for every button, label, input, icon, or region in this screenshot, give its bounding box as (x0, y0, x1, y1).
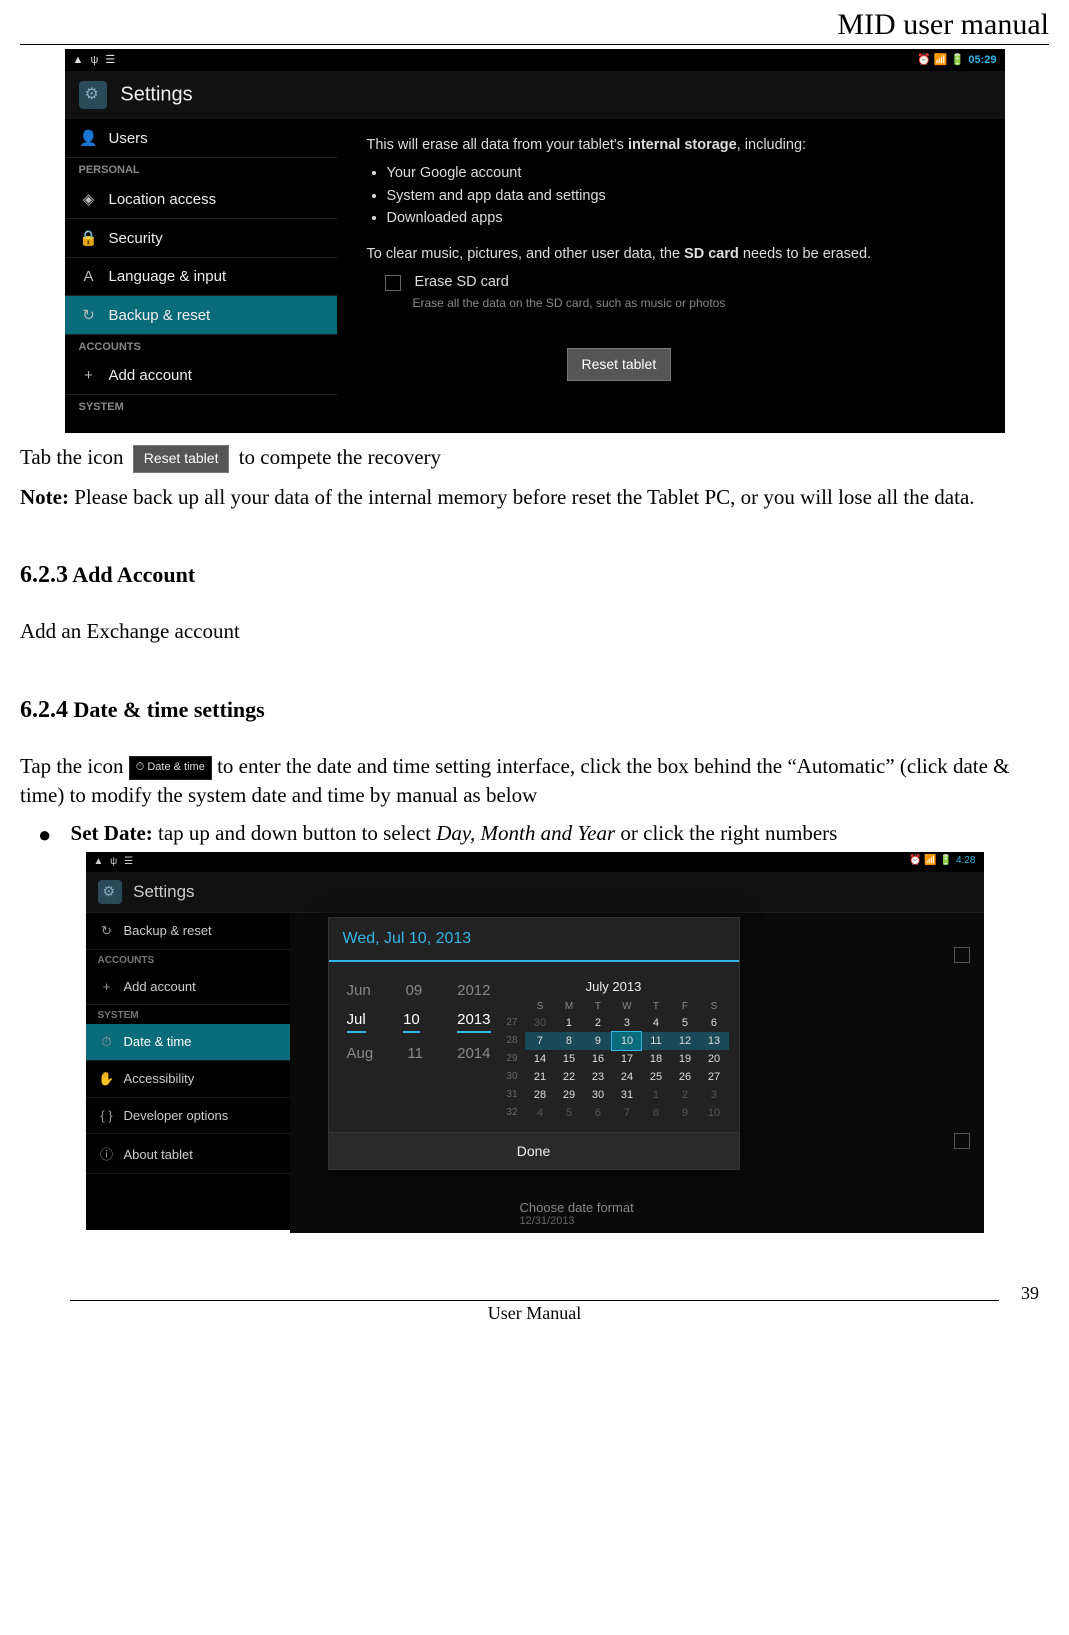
app-title-bar: Settings (65, 71, 1005, 119)
sidebar-item-date-time[interactable]: ⏱Date & time (86, 1024, 290, 1061)
sidebar-header-accounts: ACCOUNTS (65, 335, 337, 357)
reset-content: This will erase all data from your table… (337, 119, 1005, 417)
app-title: Settings (133, 882, 194, 901)
erase-sd-checkbox[interactable] (385, 275, 401, 291)
status-time: ⏰ 📶 🔋05:29 (917, 53, 996, 66)
footer-text: User Manual (20, 1303, 1049, 1324)
plus-icon: + (98, 979, 116, 994)
list-item: System and app data and settings (387, 186, 983, 208)
lock-icon: 🔒 (79, 229, 99, 247)
sidebar-item-developer[interactable]: { }Developer options (86, 1098, 290, 1134)
date-picker-dialog: Wed, Jul 10, 2013 Jun092012 Jul102013 Au… (328, 917, 740, 1170)
sidebar-item-add-account[interactable]: +Add account (65, 357, 337, 395)
settings-sidebar: ↻Backup & reset ACCOUNTS +Add account SY… (86, 913, 290, 1233)
calendar[interactable]: July 2013 SMTWTFS27301234562878910111213… (499, 976, 729, 1122)
app-title-bar: Settings (86, 872, 984, 913)
footer-rule (70, 1300, 999, 1301)
erase-sd-subtext: Erase all the data on the SD card, such … (413, 294, 983, 312)
body-text: Tab the icon Reset tablet to compete the… (20, 443, 1049, 473)
info-icon: ⓘ (98, 1144, 116, 1163)
screenshot-reset-tablet: ▲ ψ ☰ ⏰ 📶 🔋05:29 Settings 👤Users PERSONA… (65, 49, 1005, 433)
backup-icon: ↻ (79, 306, 99, 324)
sidebar-header-system: SYSTEM (65, 395, 337, 417)
sidebar-item-accessibility[interactable]: ✋Accessibility (86, 1061, 290, 1098)
location-icon: ◈ (79, 190, 99, 208)
header-rule (20, 44, 1049, 45)
sidebar-item-security[interactable]: 🔒Security (65, 219, 337, 258)
date-time-text: Tap the icon ⏱Date & time to enter the d… (20, 752, 1049, 811)
bg-checkbox-1[interactable] (954, 947, 970, 963)
list-item: Your Google account (387, 163, 983, 185)
status-time: ⏰ 📶 🔋4:28 (909, 855, 975, 866)
reset-bullet-list: Your Google account System and app data … (387, 163, 983, 230)
set-date-bullet: ● Set Date: tap up and down button to se… (38, 821, 1049, 848)
add-account-text: Add an Exchange account (20, 617, 1049, 646)
sidebar-header-accounts: ACCOUNTS (86, 950, 290, 969)
sidebar-item-backup-reset[interactable]: ↻Backup & reset (86, 913, 290, 950)
date-spinners[interactable]: Jun092012 Jul102013 Aug112014 (339, 976, 499, 1122)
settings-sidebar: 👤Users PERSONAL ◈Location access 🔒Securi… (65, 119, 337, 417)
status-bar: ▲ ψ ☰ ⏰ 📶 🔋05:29 (65, 49, 1005, 71)
reset-tablet-button[interactable]: Reset tablet (567, 348, 672, 381)
sidebar-item-location[interactable]: ◈Location access (65, 180, 337, 219)
hand-icon: ✋ (98, 1071, 116, 1087)
settings-icon (79, 81, 107, 109)
status-left-icons: ▲ ψ ☰ (94, 856, 136, 867)
screenshot-date-picker: ▲ ψ ☰ ⏰ 📶 🔋4:28 Settings ↻Backup & reset… (86, 852, 984, 1230)
sidebar-header-system: SYSTEM (86, 1005, 290, 1024)
status-left-icons: ▲ ψ ☰ (73, 53, 118, 66)
clock-icon: ⏱ (98, 1034, 116, 1050)
sidebar-header-personal: PERSONAL (65, 158, 337, 180)
page-header: MID user manual (20, 0, 1049, 44)
sidebar-item-language[interactable]: ALanguage & input (65, 258, 337, 296)
list-item: Downloaded apps (387, 208, 983, 230)
date-time-content: Wed, Jul 10, 2013 Jun092012 Jul102013 Au… (290, 913, 984, 1233)
sidebar-item-backup-reset[interactable]: ↻Backup & reset (65, 296, 337, 335)
sidebar-item-add-account[interactable]: +Add account (86, 969, 290, 1005)
erase-sd-label: Erase SD card (415, 272, 509, 294)
section-6-2-3: 6.2.3 Add Account (20, 562, 1049, 589)
app-title: Settings (120, 84, 192, 106)
note-text: Note: Please back up all your data of th… (20, 483, 1049, 512)
language-icon: A (79, 268, 99, 285)
users-icon: 👤 (79, 129, 99, 147)
reset-tablet-chip: Reset tablet (133, 445, 230, 473)
plus-icon: + (79, 367, 99, 384)
bg-checkbox-2[interactable] (954, 1133, 970, 1149)
backup-icon: ↻ (98, 923, 116, 939)
dialog-title: Wed, Jul 10, 2013 (329, 918, 739, 962)
settings-icon (98, 880, 122, 904)
status-bar: ▲ ψ ☰ ⏰ 📶 🔋4:28 (86, 852, 984, 872)
choose-date-format[interactable]: Choose date format 12/31/2013 (520, 1200, 634, 1227)
calendar-month: July 2013 (499, 976, 729, 999)
sidebar-item-users[interactable]: 👤Users (65, 119, 337, 158)
sidebar-item-about[interactable]: ⓘAbout tablet (86, 1134, 290, 1174)
page-number: 39 (1021, 1283, 1039, 1304)
section-6-2-4: 6.2.4 Date & time settings (20, 697, 1049, 724)
date-time-chip: ⏱Date & time (129, 756, 212, 779)
braces-icon: { } (98, 1108, 116, 1123)
done-button[interactable]: Done (329, 1132, 739, 1169)
